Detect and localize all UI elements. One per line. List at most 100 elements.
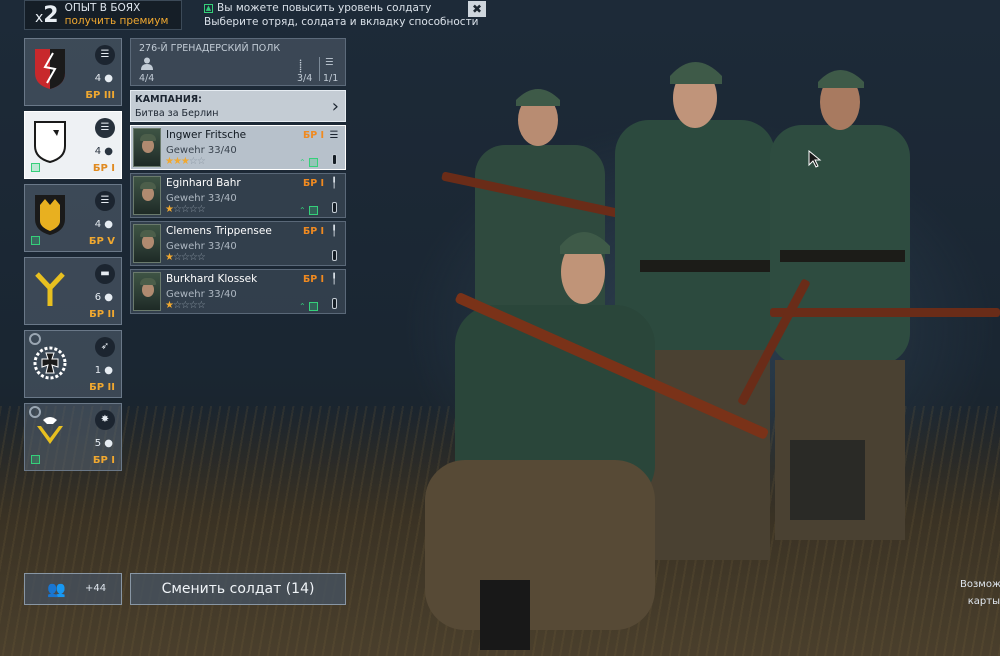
soldier-row[interactable]: Ingwer Fritsche Gewehr 33/40 ★★★☆☆ БР I …	[130, 125, 346, 170]
soldier-weapon: Gewehr 33/40	[166, 145, 237, 156]
soldiers-scene	[420, 40, 1000, 656]
ammo-crate	[790, 440, 865, 520]
soldier-portrait	[133, 272, 161, 311]
boost-icon	[309, 206, 318, 215]
soldier-list: Ingwer Fritsche Gewehr 33/40 ★★★☆☆ БР I …	[130, 125, 346, 317]
rifle-icon: ⸽	[299, 59, 303, 73]
upgrade-notice: ▲ Вы можете повысить уровень солдату Выбе…	[204, 1, 479, 29]
squad-br: БР II	[89, 382, 115, 393]
soldier-row[interactable]: Clemens Trippensee Gewehr 33/40 ★☆☆☆☆ БР…	[130, 221, 346, 266]
eagle-icon	[37, 417, 63, 444]
soldier-portrait	[133, 128, 161, 167]
soldier-weapon: Gewehr 33/40	[166, 241, 237, 252]
list-icon: ☰	[95, 118, 115, 138]
notice-close-button[interactable]: ✖	[468, 1, 486, 17]
rank-up-icon: ⌃	[299, 206, 306, 215]
soldier-row[interactable]: Burkhard Klossek Gewehr 33/40 ★☆☆☆☆ БР I…	[130, 269, 346, 314]
rifle-icon: ╿	[330, 226, 338, 237]
explosion-icon: ✸	[95, 410, 115, 430]
xp-label: ОПЫТ В БОЯХ	[64, 2, 141, 14]
soldier-weapon: Gewehr 33/40	[166, 289, 237, 300]
squad-count: 4 ●	[94, 219, 113, 230]
campaign-selector[interactable]: КАМПАНИЯ: Битва за Берлин ›	[130, 90, 346, 122]
yellow-shield-icon	[35, 195, 65, 235]
list-icon: ☰	[95, 191, 115, 211]
reserve-count: +44	[85, 583, 107, 594]
side-hint: Возмож карты	[960, 579, 1000, 607]
soldier-stars: ★☆☆☆☆	[165, 252, 206, 263]
soldier-br: БР I	[303, 178, 325, 189]
rocket-icon: ➶	[95, 337, 115, 357]
xp-multiplier: x2	[35, 2, 59, 28]
campaign-value: Битва за Берлин	[135, 108, 219, 119]
soldier-br: БР I	[303, 130, 325, 141]
squad-card-2[interactable]: ☰ 4 ● БР I	[24, 111, 122, 179]
list-icon: ☰	[95, 45, 115, 65]
boost-icon	[31, 236, 40, 245]
notice-line1: Вы можете повысить уровень солдату	[217, 2, 432, 14]
soldier-stars: ★☆☆☆☆	[165, 300, 206, 311]
soldiers-illustration	[425, 62, 1000, 650]
squad-br: БР V	[88, 236, 115, 247]
soldiers-group-icon: 👥	[47, 580, 66, 598]
rifle-icon: ╿	[330, 178, 338, 189]
white-shield-icon	[34, 121, 66, 164]
squad-br: БР II	[89, 309, 115, 320]
squad-card-6[interactable]: ✸ 5 ● БР I	[24, 403, 122, 471]
squad-card-5[interactable]: ➶ 1 ● БР II	[24, 330, 122, 398]
campaign-label: КАМПАНИЯ:	[135, 94, 202, 105]
vehicle-icon: ▬	[95, 264, 115, 284]
squad-br: БР I	[92, 455, 115, 466]
slots-icon: ☰	[325, 57, 334, 68]
boost-icon: ▲	[204, 4, 213, 13]
soldier-br: БР I	[303, 226, 325, 237]
get-premium-link[interactable]: получить премиум	[65, 15, 169, 28]
soldier-name: Eginhard Bahr	[166, 177, 241, 189]
iron-cross-wreath-icon	[33, 346, 67, 380]
ammo-icon	[332, 202, 337, 213]
chevron-right-icon: ›	[331, 96, 339, 117]
squad-br: БР I	[92, 163, 115, 174]
soldier-weapon: Gewehr 33/40	[166, 193, 237, 204]
ammo-icon	[332, 250, 337, 261]
regiment-panel: 276-Й ГРЕНАДЕРСКИЙ ПОЛК 4/4 ⸽ 3/4 ☰ 1/1	[130, 38, 346, 86]
regiment-capacity: 4/4	[139, 73, 155, 84]
squad-count: 4 ●	[94, 73, 113, 84]
boost-icon	[309, 158, 318, 167]
soldier-portrait	[133, 176, 161, 215]
boost-icon	[31, 455, 40, 464]
regiment-title: 276-Й ГРЕНАДЕРСКИЙ ПОЛК	[139, 43, 281, 54]
mouse-cursor-icon	[808, 150, 822, 168]
battle-xp-block[interactable]: x2 ОПЫТ В БОЯХ получить премиум	[24, 0, 182, 30]
soldier-stars: ★★★☆☆	[165, 156, 206, 167]
squad-card-1[interactable]: ☰ 4 ● БР III	[24, 38, 122, 106]
boost-icon	[309, 302, 318, 311]
squad-count: 6 ●	[94, 292, 113, 303]
rifle-icon: ╿	[330, 274, 338, 285]
squad-count: 1 ●	[94, 365, 113, 376]
slots-stat: 1/1	[323, 73, 339, 84]
notice-line2: Выберите отряд, солдата и вкладку способ…	[204, 16, 479, 28]
change-soldiers-button[interactable]: Сменить солдат (14)	[130, 573, 346, 605]
red-black-shield-icon	[35, 49, 65, 89]
ammo-icon	[332, 154, 337, 165]
reserve-soldiers-button[interactable]: 👥 +44	[24, 573, 122, 605]
rank-up-icon: ⌃	[299, 302, 306, 311]
weapons-stat: 3/4	[297, 73, 313, 84]
divider	[319, 57, 320, 81]
soldier-name: Clemens Trippensee	[166, 225, 272, 237]
soldier-row[interactable]: Eginhard Bahr Gewehr 33/40 ★☆☆☆☆ БР I ╿ …	[130, 173, 346, 218]
soldier-portrait	[133, 224, 161, 263]
list-icon: ☰	[329, 130, 339, 141]
squad-count: 4 ●	[94, 146, 113, 157]
yellow-y-icon	[35, 272, 65, 306]
soldier-br: БР I	[303, 274, 325, 285]
soldier-figure-back-right	[738, 70, 1000, 540]
squad-card-3[interactable]: ☰ 4 ● БР V	[24, 184, 122, 252]
soldier-icon	[141, 57, 153, 70]
rank-up-icon: ⌃	[299, 158, 306, 167]
boost-icon	[31, 163, 40, 172]
squad-card-4[interactable]: ▬ 6 ● БР II	[24, 257, 122, 325]
soldier-stars: ★☆☆☆☆	[165, 204, 206, 215]
soldier-name: Ingwer Fritsche	[166, 129, 247, 141]
